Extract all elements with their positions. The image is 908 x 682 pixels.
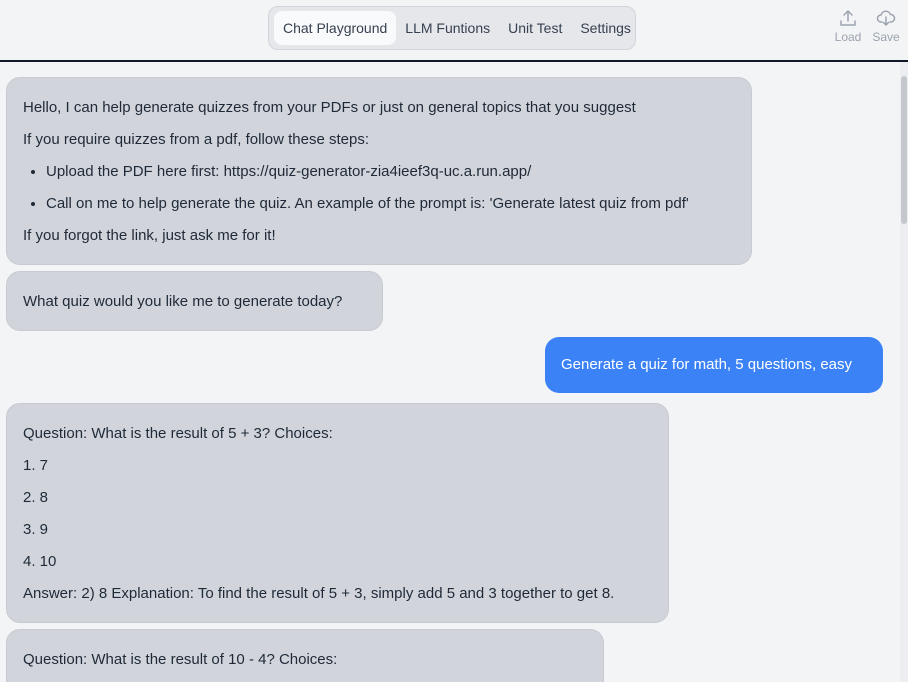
quiz-choice: 2. 8	[23, 489, 49, 506]
chat-area: Hello, I can help generate quizzes from …	[0, 62, 900, 682]
chat-scrollbar[interactable]	[900, 62, 908, 682]
quiz-question: Question: What is the result of 10 - 4? …	[23, 651, 338, 668]
bot-message-prompt: What quiz would you like me to generate …	[6, 271, 383, 331]
bot-message-quiz-1: Question: What is the result of 5 + 3? C…	[6, 403, 669, 623]
quiz-choice: 1. 7	[23, 457, 49, 474]
quiz-choice: 4. 10	[23, 553, 57, 570]
load-label: Load	[834, 30, 862, 44]
tab-chat-playground[interactable]: Chat Playground	[274, 11, 397, 45]
message-line: What quiz would you like me to generate …	[23, 293, 343, 310]
scrollbar-thumb[interactable]	[901, 76, 907, 224]
message-line: Generate a quiz for math, 5 questions, e…	[561, 356, 852, 373]
tab-group: Chat Playground LLM Funtions Unit Test S…	[268, 6, 636, 50]
upload-icon	[840, 10, 856, 26]
tab-unit-test[interactable]: Unit Test	[499, 11, 571, 45]
tab-settings[interactable]: Settings	[571, 11, 640, 45]
message-line: Hello, I can help generate quizzes from …	[23, 99, 636, 116]
save-button[interactable]: Save	[867, 8, 905, 44]
user-message: Generate a quiz for math, 5 questions, e…	[545, 337, 883, 393]
quiz-choice: 3. 9	[23, 521, 49, 538]
message-line: If you require quizzes from a pdf, follo…	[23, 131, 370, 148]
bot-message-intro: Hello, I can help generate quizzes from …	[6, 77, 752, 265]
save-label: Save	[872, 30, 900, 44]
quiz-answer: Answer: 2) 8 Explanation: To find the re…	[23, 585, 615, 602]
steps-list: Upload the PDF here first: https://quiz-…	[23, 156, 735, 220]
list-item: Upload the PDF here first: https://quiz-…	[46, 156, 735, 188]
message-line: If you forgot the link, just ask me for …	[23, 227, 276, 244]
quiz-question: Question: What is the result of 5 + 3? C…	[23, 425, 333, 442]
tab-llm-functions[interactable]: LLM Funtions	[396, 11, 499, 45]
cloud-download-icon	[876, 10, 896, 26]
bot-message-quiz-2: Question: What is the result of 10 - 4? …	[6, 629, 604, 682]
load-button[interactable]: Load	[829, 8, 867, 44]
list-item: Call on me to help generate the quiz. An…	[46, 188, 735, 220]
top-bar: Chat Playground LLM Funtions Unit Test S…	[0, 0, 908, 62]
